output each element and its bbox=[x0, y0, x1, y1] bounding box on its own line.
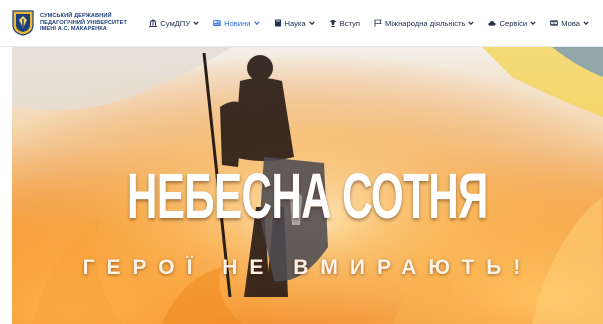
top-navbar: СУМСЬКИЙ ДЕРЖАВНИЙ ПЕДАГОГІЧНИЙ УНІВЕРСИ… bbox=[0, 0, 603, 47]
hero-banner[interactable]: НЕБЕСНА СОТНЯ ГЕРОЇ НЕ ВМИРАЮТЬ! bbox=[12, 47, 603, 324]
nav-item-label: СумДПУ bbox=[160, 18, 191, 28]
nav-item-label: Вступ bbox=[339, 18, 360, 28]
flag-icon bbox=[374, 19, 382, 27]
nav-item-label: Мова bbox=[561, 18, 580, 28]
university-logo-icon bbox=[12, 10, 34, 36]
chevron-down-icon bbox=[253, 21, 260, 26]
newspaper-icon bbox=[213, 20, 221, 26]
nav-item-science[interactable]: Наука bbox=[274, 19, 315, 28]
chevron-down-icon bbox=[193, 21, 199, 26]
nav-item-services[interactable]: Сервіси bbox=[488, 19, 536, 28]
nav-item-label: Сервіси bbox=[499, 18, 528, 28]
nav-item-international[interactable]: Міжнародна діяльність bbox=[374, 18, 475, 28]
university-name-line1: СУМСЬКИЙ ДЕРЖАВНИЙ bbox=[40, 13, 112, 20]
chevron-down-icon bbox=[309, 21, 315, 26]
language-icon bbox=[550, 20, 558, 26]
hero-headline: НЕБЕСНА СОТНЯ bbox=[126, 160, 489, 232]
university-icon bbox=[149, 19, 158, 27]
chevron-down-icon bbox=[530, 21, 536, 26]
university-brand[interactable]: СУМСЬКИЙ ДЕРЖАВНИЙ ПЕДАГОГІЧНИЙ УНІВЕРСИ… bbox=[12, 10, 131, 36]
graduate-icon bbox=[329, 19, 337, 27]
university-name-line2: ПЕДАГОГІЧНИЙ УНІВЕРСИТЕТ bbox=[40, 19, 127, 26]
main-menu: СумДПУ Новини Наука Вступ Міжнародна дія… bbox=[149, 19, 603, 28]
nav-item-sumdpu[interactable]: СумДПУ bbox=[149, 19, 199, 28]
nav-item-news[interactable]: Новини bbox=[213, 18, 260, 28]
chevron-down-icon bbox=[468, 21, 475, 26]
university-name-line3: ІМЕНІ А.С. МАКАРЕНКА bbox=[40, 26, 107, 33]
university-name: СУМСЬКИЙ ДЕРЖАВНИЙ ПЕДАГОГІЧНИЙ УНІВЕРСИ… bbox=[40, 13, 127, 33]
nav-item-label: Новини bbox=[224, 18, 251, 28]
hero-subline: ГЕРОЇ НЕ ВМИРАЮТЬ! bbox=[82, 256, 533, 279]
nav-item-label: Наука bbox=[284, 18, 306, 28]
cloud-icon bbox=[488, 21, 497, 26]
nav-item-admission[interactable]: Вступ bbox=[329, 19, 360, 28]
chevron-down-icon bbox=[583, 21, 589, 26]
nav-item-language[interactable]: Мова bbox=[550, 19, 589, 28]
book-icon bbox=[274, 19, 281, 27]
nav-item-label: Міжнародна діяльність bbox=[385, 18, 466, 28]
